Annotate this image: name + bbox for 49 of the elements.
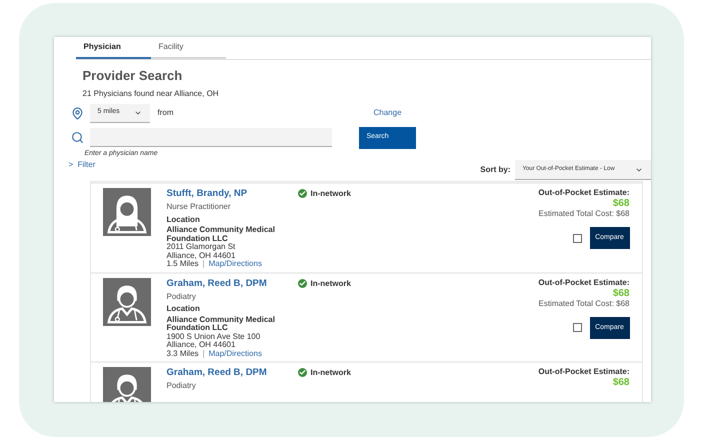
doctor-avatar-icon xyxy=(102,278,150,326)
facility-name: Alliance Community Medical Foundation LLC xyxy=(166,316,276,332)
distance-text: 3.3 Miles xyxy=(166,350,199,358)
sort-label: Sort by: xyxy=(480,164,510,176)
results-summary: 21 Physicians found near Alliance, OH xyxy=(82,88,220,100)
search-icon xyxy=(70,131,84,144)
estimate-label: Out-of-Pocket Estimate: xyxy=(538,278,630,288)
provider-name-link[interactable]: Graham, Reed B, DPM xyxy=(166,367,282,378)
check-circle-icon xyxy=(298,278,306,288)
tab[interactable]: Facility xyxy=(150,37,226,59)
specialty-text: Nurse Practitioner xyxy=(166,203,232,212)
physician-name-field[interactable] xyxy=(90,128,332,147)
address-line: Alliance, OH 44601 xyxy=(166,252,236,260)
estimate-amount: $68 xyxy=(612,288,630,298)
location-label: Location xyxy=(166,305,201,314)
filter-link[interactable]: > Filter xyxy=(68,159,96,171)
estimate-label: Out-of-Pocket Estimate: xyxy=(538,188,630,198)
page-title: Provider Search xyxy=(82,67,184,85)
specialty-text: Podiatry xyxy=(166,382,197,390)
estimate-amount: $68 xyxy=(612,377,630,388)
total-cost-text: Estimated Total Cost: $68 xyxy=(538,298,630,308)
provider-name-link[interactable]: Graham, Reed B, DPM xyxy=(166,278,282,288)
estimate-amount: $68 xyxy=(612,198,630,209)
estimate-label: Out-of-Pocket Estimate: xyxy=(538,367,630,377)
separator-text: | xyxy=(202,350,205,358)
total-cost-text: Estimated Total Cost: $68 xyxy=(538,209,630,219)
check-circle-icon xyxy=(298,189,306,198)
map-directions-link[interactable]: Map/Directions xyxy=(208,260,262,268)
from-label: from xyxy=(158,107,174,119)
address-line: 1900 S Union Ave Ste 100 xyxy=(166,332,262,341)
tab[interactable]: Physician xyxy=(76,37,150,59)
network-status: In-network xyxy=(310,278,351,290)
check-circle-icon xyxy=(298,368,306,377)
distance-text: 1.5 Miles xyxy=(166,260,199,268)
address-line: 2011 Glamorgan St xyxy=(166,243,236,252)
map-directions-link[interactable]: Map/Directions xyxy=(208,350,262,358)
network-status: In-network xyxy=(310,188,351,200)
network-status: In-network xyxy=(310,367,351,379)
change-link[interactable]: Change xyxy=(374,107,402,119)
location-pin-icon xyxy=(70,106,84,120)
facility-name: Alliance Community Medical Foundation LLC xyxy=(166,226,276,243)
compare-checkbox[interactable] xyxy=(572,323,582,332)
separator-text: | xyxy=(202,260,205,268)
provider-name-link[interactable]: Stufft, Brandy, NP xyxy=(166,188,282,199)
location-label: Location xyxy=(166,216,201,224)
specialty-text: Podiatry xyxy=(166,292,197,301)
doctor-avatar-icon xyxy=(102,188,150,236)
address-line: Alliance, OH 44601 xyxy=(166,341,236,350)
compare-checkbox[interactable] xyxy=(572,234,582,242)
